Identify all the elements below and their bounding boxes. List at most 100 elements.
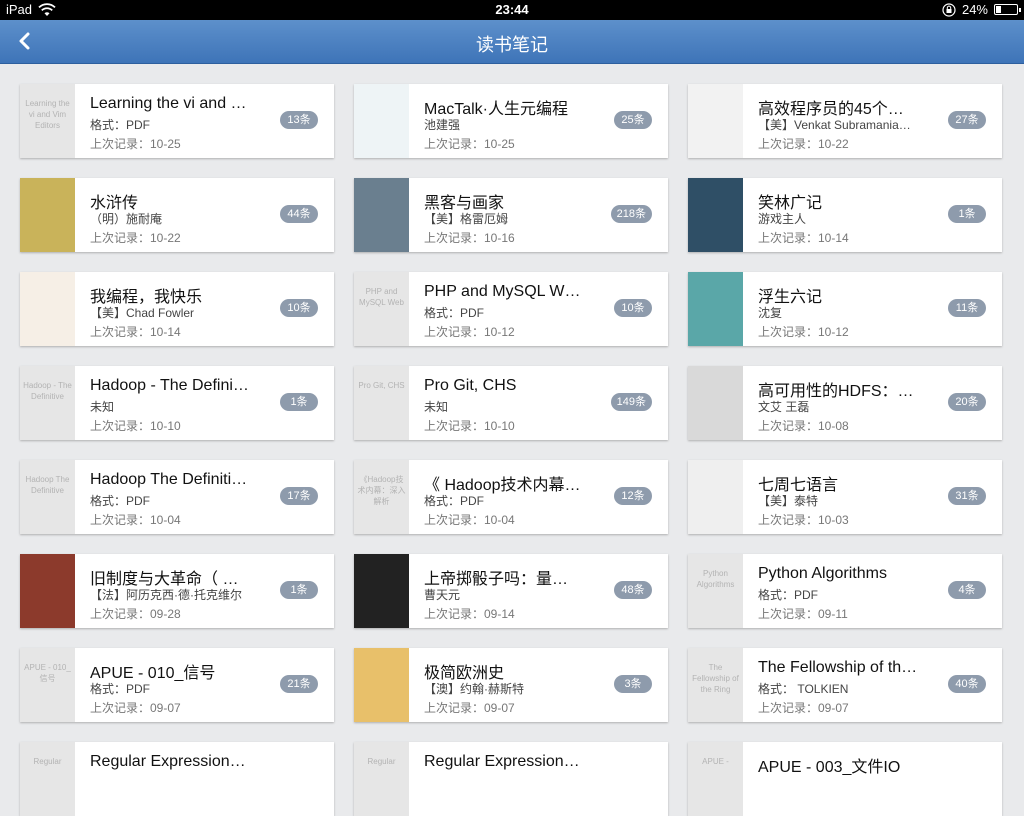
book-author: 格式：PDF [424,494,485,508]
note-count-badge: 17条 [280,487,318,505]
book-title: Pro Git, CHS [424,377,517,394]
book-author: 文艾 王磊 [758,400,810,414]
book-last-record: 上次记录：10-04 [90,513,181,527]
note-count-badge: 218条 [610,205,652,223]
book-cover: Regular [354,742,409,816]
book-title: The Fellowship of th… [758,659,918,676]
book-card[interactable]: 浮生六记 沈复 上次记录：10-12 11条 [688,272,1002,346]
book-last-record: 上次记录：09-14 [424,607,515,621]
book-author: （明）施耐庵 [90,212,163,226]
book-card[interactable]: 高效程序员的45个… 【美】Venkat Subramania… 上次记录：10-2… [688,84,1002,158]
book-author: 游戏主人 [758,212,807,226]
book-card[interactable]: 旧制度与大革命（ … 【法】阿历克西·德·托克维尔 上次记录：09-28 1条 [20,554,334,628]
book-card[interactable]: 高可用性的HDFS：… 文艾 王磊 上次记录：10-08 20条 [688,366,1002,440]
status-right: 24% [942,2,1021,17]
battery-level [996,6,1001,13]
book-cover: Pro Git, CHS [354,366,409,440]
note-count-badge: 40条 [948,675,986,693]
page-title: 读书笔记 [476,35,548,55]
book-last-record: 上次记录：10-14 [90,325,181,339]
book-author: 格式： TOLKIEN [758,682,849,696]
rotation-lock-icon [942,2,956,17]
book-card[interactable]: 《Hadoop技术内幕：深入解析《 Hadoop技术内幕… 格式：PDF 上次记录：… [354,460,668,534]
note-count-badge: 20条 [948,393,986,411]
book-title: Python Algorithms [758,565,887,582]
book-last-record: 上次记录：09-11 [758,607,848,621]
status-time: 23:44 [495,2,529,17]
book-last-record: 上次记录：10-03 [758,513,849,527]
book-card[interactable]: The Fellowship of the Ring The Fellowship… [688,648,1002,722]
book-cover: Python Algorithms [688,554,743,628]
note-count-badge: 21条 [280,675,318,693]
nav-bar: 读书笔记 [0,20,1024,64]
book-cover [354,178,409,252]
book-card[interactable]: 笑林广记 游戏主人 上次记录：10-14 1条 [688,178,1002,252]
book-last-record: 上次记录：09-07 [758,701,849,715]
note-count-badge: 44条 [280,205,318,223]
book-cover [688,366,743,440]
book-author: 池建强 [424,118,461,132]
book-author: 格式：PDF [758,588,819,602]
book-last-record: 上次记录：10-22 [90,231,181,245]
book-cover: 《Hadoop技术内幕：深入解析 [354,460,409,534]
book-card[interactable]: APUE - 010_信号 APUE - 010_信号 格式：PDF 上次记录：09-… [20,648,334,722]
book-cover [20,178,75,252]
book-author: 【美】泰特 [758,494,819,508]
book-card[interactable]: 上帝掷骰子吗：量… 曹天元 上次记录：09-14 48条 [354,554,668,628]
book-last-record: 上次记录：09-28 [90,607,181,621]
book-title: Learning the vi and … [90,95,247,112]
book-last-record: 上次记录：10-10 [424,419,515,433]
book-card[interactable]: PHP and MySQL Web PHP and MySQL W… 格式：PDF 上… [354,272,668,346]
book-card[interactable]: 水浒传 （明）施耐庵 上次记录：10-22 44条 [20,178,334,252]
book-cover [688,84,743,158]
note-count-badge: 1条 [948,205,986,223]
book-cover: PHP and MySQL Web [354,272,409,346]
battery-icon [994,4,1021,15]
book-last-record: 上次记录：10-14 [758,231,849,245]
book-card[interactable]: Regular Regular Expression… [354,742,668,816]
note-count-badge: 10条 [614,299,652,317]
book-author: 格式：PDF [90,118,151,132]
book-card[interactable]: 七周七语言 【美】泰特 上次记录：10-03 31条 [688,460,1002,534]
book-title: Hadoop The Definiti… [90,471,248,488]
book-cover [688,272,743,346]
book-author: 格式：PDF [90,494,151,508]
note-count-badge: 10条 [280,299,318,317]
book-last-record: 上次记录：09-07 [90,701,181,715]
book-card[interactable]: Regular Regular Expression… [20,742,334,816]
book-card[interactable]: APUE - APUE - 003_文件IO [688,742,1002,816]
book-card[interactable]: 我编程，我快乐 【美】Chad Fowler 上次记录：10-14 10条 [20,272,334,346]
note-count-badge: 13条 [280,111,318,129]
book-card[interactable]: 黑客与画家 【美】格雷厄姆 上次记录：10-16 218条 [354,178,668,252]
status-bar: iPad 23:44 24% [0,0,1024,20]
book-title: Hadoop - The Defini… [90,377,249,394]
book-author: 曹天元 [424,588,461,602]
book-last-record: 上次记录：10-25 [424,137,515,151]
book-card[interactable]: Hadoop - The Definitive Hadoop - The Defi… [20,366,334,440]
book-card[interactable]: Learning the vi and Vim Editors Learning … [20,84,334,158]
note-count-badge: 3条 [614,675,652,693]
book-grid: Learning the vi and Vim Editors Learning … [20,84,1002,816]
book-card[interactable]: 极简欧洲史 【澳】约翰·赫斯特 上次记录：09-07 3条 [354,648,668,722]
book-last-record: 上次记录：10-04 [424,513,515,527]
book-card[interactable]: MacTalk·人生元编程 池建强 上次记录：10-25 25条 [354,84,668,158]
book-last-record: 上次记录：10-16 [424,231,515,245]
book-cover [20,554,75,628]
book-card[interactable]: Pro Git, CHS Pro Git, CHS 未知 上次记录：10-10 149条 [354,366,668,440]
book-author: 沈复 [758,306,783,320]
book-cover [354,554,409,628]
note-count-badge: 48条 [614,581,652,599]
battery-tip [1019,8,1021,12]
book-author: 未知 [90,400,115,414]
book-cover: APUE - 010_信号 [20,648,75,722]
book-last-record: 上次记录：10-12 [758,325,849,339]
battery-percent: 24% [961,2,988,17]
book-last-record: 上次记录：09-07 [424,701,515,715]
book-card[interactable]: Hadoop The Definitive Hadoop The Definiti… [20,460,334,534]
book-last-record: 上次记录：10-08 [758,419,849,433]
book-cover [688,460,743,534]
book-last-record: 上次记录：10-12 [424,325,515,339]
book-title: APUE - 003_文件IO [758,759,901,776]
note-count-badge: 1条 [280,393,318,411]
book-card[interactable]: Python Algorithms Python Algorithms 格式：PDF… [688,554,1002,628]
